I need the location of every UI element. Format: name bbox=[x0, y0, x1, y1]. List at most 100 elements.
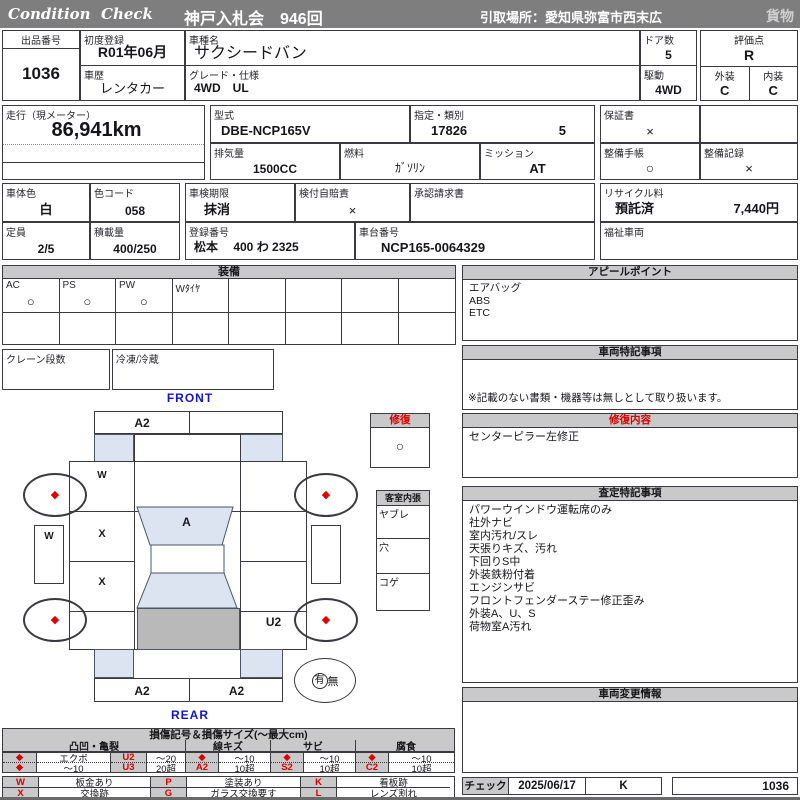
maintenance-record-label: 整備記録 bbox=[704, 149, 744, 160]
assessment-item: 外装A、U、S bbox=[469, 608, 536, 620]
appeal-title: アピールポイント bbox=[463, 266, 797, 280]
legend-cell: ～10 bbox=[37, 763, 111, 772]
equipment-header: 装備 bbox=[2, 265, 456, 279]
legend-symbol-u3: U3 bbox=[111, 763, 147, 772]
equipment-cell-empty bbox=[116, 313, 173, 345]
equipment-cell-empty bbox=[285, 279, 342, 313]
regno-label: 登録番号 bbox=[189, 228, 229, 239]
type-cell: 型式 DBE-NCP165V bbox=[210, 105, 410, 143]
rear-label: REAR bbox=[170, 708, 209, 722]
exterior-label: 外装 bbox=[714, 72, 735, 83]
check-date-cell: 2025/06/17 bbox=[508, 777, 586, 795]
grade-value: 4WD UL bbox=[194, 81, 249, 95]
equipment-value: ○ bbox=[139, 294, 148, 309]
divider bbox=[240, 611, 307, 612]
rear-bumper-a2-right-mark: A2 bbox=[228, 684, 245, 698]
equipment-cell-empty bbox=[286, 313, 342, 345]
assessment-item: フロントフェンダーステー修正歪み bbox=[469, 595, 645, 607]
spare-present-circled: 有 bbox=[311, 672, 328, 689]
equipment-cell-empty bbox=[60, 313, 116, 345]
chassis-value: NCP165-0064329 bbox=[381, 240, 486, 255]
rear-glass-right bbox=[240, 649, 283, 678]
legend-cell: エクボ bbox=[37, 753, 111, 763]
rear-glass-left bbox=[94, 649, 134, 678]
cabin-row-label: コゲ bbox=[379, 578, 399, 589]
warranty-cell: 保証書 × bbox=[600, 105, 700, 143]
legend-cell: 10超 bbox=[411, 763, 432, 773]
cabin-row-label: 穴 bbox=[379, 543, 389, 554]
assessment-item: エンジンサビ bbox=[469, 582, 535, 594]
welfare-cell: 福祉車両 bbox=[600, 222, 798, 260]
equipment-label: AC bbox=[6, 280, 20, 291]
assessment-item: 社外ナビ bbox=[469, 517, 513, 529]
left-door2-damage-mark: X bbox=[98, 576, 106, 588]
mission-label: ミッション bbox=[484, 149, 534, 160]
drive-label: 駆動 bbox=[644, 71, 664, 82]
doors-label: ドア数 bbox=[644, 36, 674, 47]
recycle-fee: 7,440円 bbox=[733, 201, 779, 216]
legend-code-desc: 塗装あり bbox=[187, 777, 301, 788]
first-reg-cell: 初度登録 R01年06月 bbox=[80, 30, 185, 66]
score-label: 評価点 bbox=[734, 36, 764, 47]
left-mirror: W bbox=[34, 525, 64, 584]
legend-code-desc: 看板跡 bbox=[337, 777, 450, 788]
class-label: 指定・類別 bbox=[414, 111, 464, 122]
equipment-cell-pw: PW ○ bbox=[116, 279, 173, 313]
equipment-value: ○ bbox=[26, 294, 35, 309]
legend-cell: ～20 bbox=[147, 753, 186, 763]
divider bbox=[69, 561, 135, 562]
legend-group: 腐食 bbox=[396, 742, 416, 751]
cabin-lining-box: 客室内張 ヤブレ 穴 コゲ bbox=[376, 490, 430, 611]
right-rear-damage-mark: U2 bbox=[265, 615, 282, 629]
body-color-label: 車体色 bbox=[6, 189, 36, 200]
legend-symbol-c2: C2 bbox=[356, 763, 389, 772]
maintenance-record-value: × bbox=[745, 161, 753, 176]
repair-box-title: 修復 bbox=[371, 414, 429, 428]
vehicle-notes-footnote: ※記載のない書類・機器等は無しとして取り扱います。 bbox=[468, 392, 728, 404]
color-code-label: 色コード bbox=[94, 189, 134, 200]
divider bbox=[134, 461, 135, 650]
class-cell: 指定・類別 17826 5 bbox=[410, 105, 595, 143]
check-label-cell: チェック bbox=[462, 777, 509, 795]
appeal-panel: アピールポイント エアバッグ ABS ETC bbox=[462, 265, 798, 341]
insurance-label: 検付自賠責 bbox=[299, 189, 349, 200]
divider bbox=[69, 611, 135, 612]
maintenance-record-cell: 整備記録 × bbox=[700, 143, 798, 180]
load-label: 積載量 bbox=[94, 228, 124, 239]
equipment-cell-empty bbox=[342, 279, 399, 313]
fridge-label: 冷凍/冷蔵 bbox=[116, 355, 159, 366]
assessment-item: 下回りS中 bbox=[469, 556, 521, 568]
capacity-value: 2/5 bbox=[37, 242, 55, 256]
inspection-value: 抹消 bbox=[204, 202, 231, 217]
body-color-cell: 車体色 白 bbox=[2, 183, 90, 222]
warranty-label: 保証書 bbox=[604, 111, 634, 122]
spare-tire-indicator: 有無 bbox=[294, 658, 356, 703]
equipment-cell-ac: AC ○ bbox=[3, 279, 60, 313]
body-color-value: 白 bbox=[39, 202, 53, 217]
chassis-label: 車台番号 bbox=[359, 228, 399, 239]
inspection-label: 車検期限 bbox=[189, 189, 229, 200]
history-value: レンタカー bbox=[99, 81, 165, 96]
fuel-value: ｶﾞｿﾘﾝ bbox=[394, 161, 425, 175]
legend-codes-table: W 板金あり P 塗装あり K 看板跡 X 交換跡 G ガラス交換要す L レン… bbox=[2, 776, 455, 799]
appeal-item: ETC bbox=[469, 307, 490, 319]
damage-diamond-icon: ◆ bbox=[50, 488, 60, 501]
legend-code-p: P bbox=[151, 777, 187, 788]
vehicle-notes-panel: 車両特記事項 ※記載のない書類・機器等は無しとして取り扱います。 bbox=[462, 345, 798, 410]
legend-symbol-diamond: ◆ bbox=[356, 753, 389, 763]
cabin-row-tear: ヤブレ bbox=[377, 506, 429, 539]
recycle-status: 預託済 bbox=[615, 201, 655, 216]
divider bbox=[3, 144, 204, 145]
front-bumper: A2 bbox=[94, 411, 283, 434]
left-fender-damage-mark: W bbox=[97, 470, 107, 481]
legend-symbol-u2: U2 bbox=[111, 753, 147, 763]
equipment-cell-empty bbox=[342, 313, 399, 345]
maintenance-book-value: ○ bbox=[645, 160, 655, 176]
legend-group: サビ bbox=[271, 740, 356, 751]
interior-value: C bbox=[768, 83, 778, 98]
class-number: 17826 bbox=[431, 123, 468, 138]
displacement-label: 排気量 bbox=[214, 149, 244, 160]
divider bbox=[69, 511, 135, 512]
fuel-label: 燃料 bbox=[344, 149, 364, 160]
check-inspector-cell: K bbox=[585, 777, 662, 795]
